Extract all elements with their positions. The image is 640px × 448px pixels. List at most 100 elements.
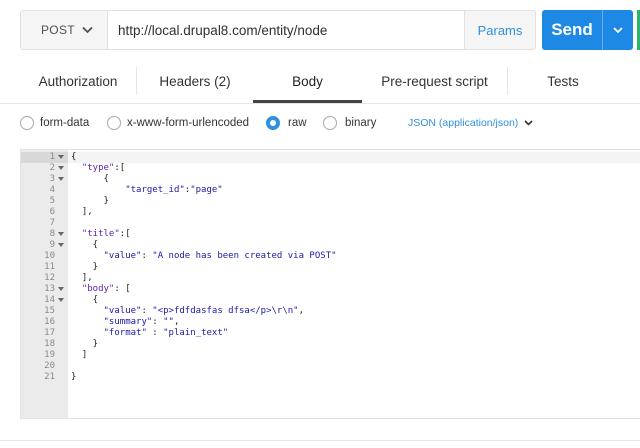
url-input[interactable]: http://local.drupal8.com/entity/node	[108, 11, 465, 49]
code-token: "page"	[190, 185, 223, 195]
send-button-group: Send	[542, 10, 633, 50]
line-number: 13	[21, 284, 68, 295]
fold-arrow-icon[interactable]	[58, 243, 64, 247]
line-number: 16	[21, 317, 68, 328]
code-token: "type"	[81, 163, 115, 173]
tab-headers[interactable]: Headers (2)	[137, 58, 253, 104]
content-type-dropdown[interactable]: JSON (application/json)	[408, 116, 533, 130]
line-number-text: 15	[44, 306, 55, 316]
line-number: 18	[21, 339, 68, 350]
code-line: "body": [	[71, 284, 131, 295]
code-line: {	[71, 152, 76, 163]
radio-raw[interactable]	[266, 116, 280, 130]
line-number-text: 8	[49, 229, 55, 239]
fold-arrow-icon[interactable]	[58, 177, 64, 181]
line-number-text: 12	[44, 273, 55, 283]
line-number: 8	[21, 229, 68, 240]
code-line: "target_id":"page"	[71, 185, 223, 196]
code-token: :	[146, 328, 164, 338]
method-label: POST	[41, 23, 75, 37]
chevron-down-icon	[613, 21, 623, 39]
line-number-text: 19	[44, 350, 55, 360]
code-line: ],	[71, 207, 93, 218]
body-type-selector: form-data x-www-form-urlencoded raw bina…	[0, 108, 640, 138]
tab-body[interactable]: Body	[253, 58, 362, 104]
request-bar: POST http://local.drupal8.com/entity/nod…	[0, 0, 640, 56]
line-number: 12	[21, 273, 68, 284]
code-token: :	[141, 306, 153, 316]
line-number: 20	[21, 361, 68, 372]
fold-arrow-icon[interactable]	[58, 166, 64, 170]
code-line: {	[71, 174, 109, 185]
line-number-text: 17	[44, 328, 55, 338]
code-token: :	[141, 251, 153, 261]
code-line: "format" : "plain_text"	[71, 328, 229, 339]
method-select[interactable]: POST	[21, 11, 108, 49]
line-number-text: 10	[44, 251, 55, 261]
code-token: "plain_text"	[163, 328, 229, 338]
code-line: "type":[	[71, 163, 125, 174]
line-number-text: 6	[49, 207, 55, 217]
tab-authorization[interactable]: Authorization	[20, 58, 136, 104]
chevron-down-icon	[524, 116, 533, 130]
tab-tests[interactable]: Tests	[508, 58, 618, 104]
line-number-text: 7	[49, 218, 55, 228]
line-number: 21	[21, 372, 68, 383]
line-number-text: 20	[44, 361, 55, 371]
code-token: "target_id"	[125, 185, 185, 195]
tab-pre-request-script[interactable]: Pre-request script	[362, 58, 507, 104]
line-number-text: 16	[44, 317, 55, 327]
line-number: 6	[21, 207, 68, 218]
code-token: "title"	[81, 229, 120, 239]
send-options-button[interactable]	[602, 10, 633, 50]
line-number: 3	[21, 174, 68, 185]
code-token: }	[71, 339, 99, 349]
send-button[interactable]: Send	[542, 10, 602, 50]
radio-binary[interactable]	[323, 116, 337, 130]
line-number-text: 2	[49, 163, 55, 173]
line-number: 2	[21, 163, 68, 174]
body-editor[interactable]: 1 2 3 4 5 6 7 8 9 10 11 12 13 14 15 16 17 18 19 20 21 { "typ…	[20, 149, 640, 419]
code-line: "value": "<p>fdfdasfas dfsa</p>\r\n",	[71, 306, 305, 317]
code-token: ]	[71, 350, 88, 360]
code-line: }	[71, 339, 98, 350]
code-token: "format"	[103, 328, 147, 338]
code-line: }	[71, 372, 76, 383]
code-line: "summary": "",	[71, 317, 180, 328]
code-token: ,	[298, 306, 305, 316]
line-number: 9	[21, 240, 68, 251]
code-token: :[	[114, 163, 126, 173]
fold-arrow-icon[interactable]	[58, 155, 64, 159]
code-line: ],	[71, 273, 93, 284]
radio-form-data[interactable]	[20, 116, 34, 130]
code-token: }	[71, 372, 77, 382]
code-line: }	[71, 262, 98, 273]
radio-x-www-form-urlencoded[interactable]	[107, 116, 121, 130]
code-token: "value"	[103, 306, 142, 316]
code-token: ""	[163, 317, 174, 327]
code-token: "body"	[81, 284, 115, 294]
fold-arrow-icon[interactable]	[58, 298, 64, 302]
code-token: :	[152, 317, 164, 327]
line-number: 5	[21, 196, 68, 207]
line-number-text: 3	[49, 174, 55, 184]
line-number: 19	[21, 350, 68, 361]
params-button[interactable]: Params	[465, 11, 535, 49]
fold-arrow-icon[interactable]	[58, 287, 64, 291]
line-number-text: 1	[49, 152, 55, 162]
radio-label-x-www-form-urlencoded: x-www-form-urlencoded	[127, 117, 250, 129]
code-line: "value": "A node has been created via PO…	[71, 251, 337, 262]
line-number: 17	[21, 328, 68, 339]
code-token: "<p>fdfdasfas dfsa</p>\r\n"	[152, 306, 299, 316]
fold-arrow-icon[interactable]	[58, 232, 64, 236]
line-number-text: 4	[49, 185, 55, 195]
code-token: ,	[173, 317, 180, 327]
line-number: 10	[21, 251, 68, 262]
code-line: {	[71, 240, 98, 251]
